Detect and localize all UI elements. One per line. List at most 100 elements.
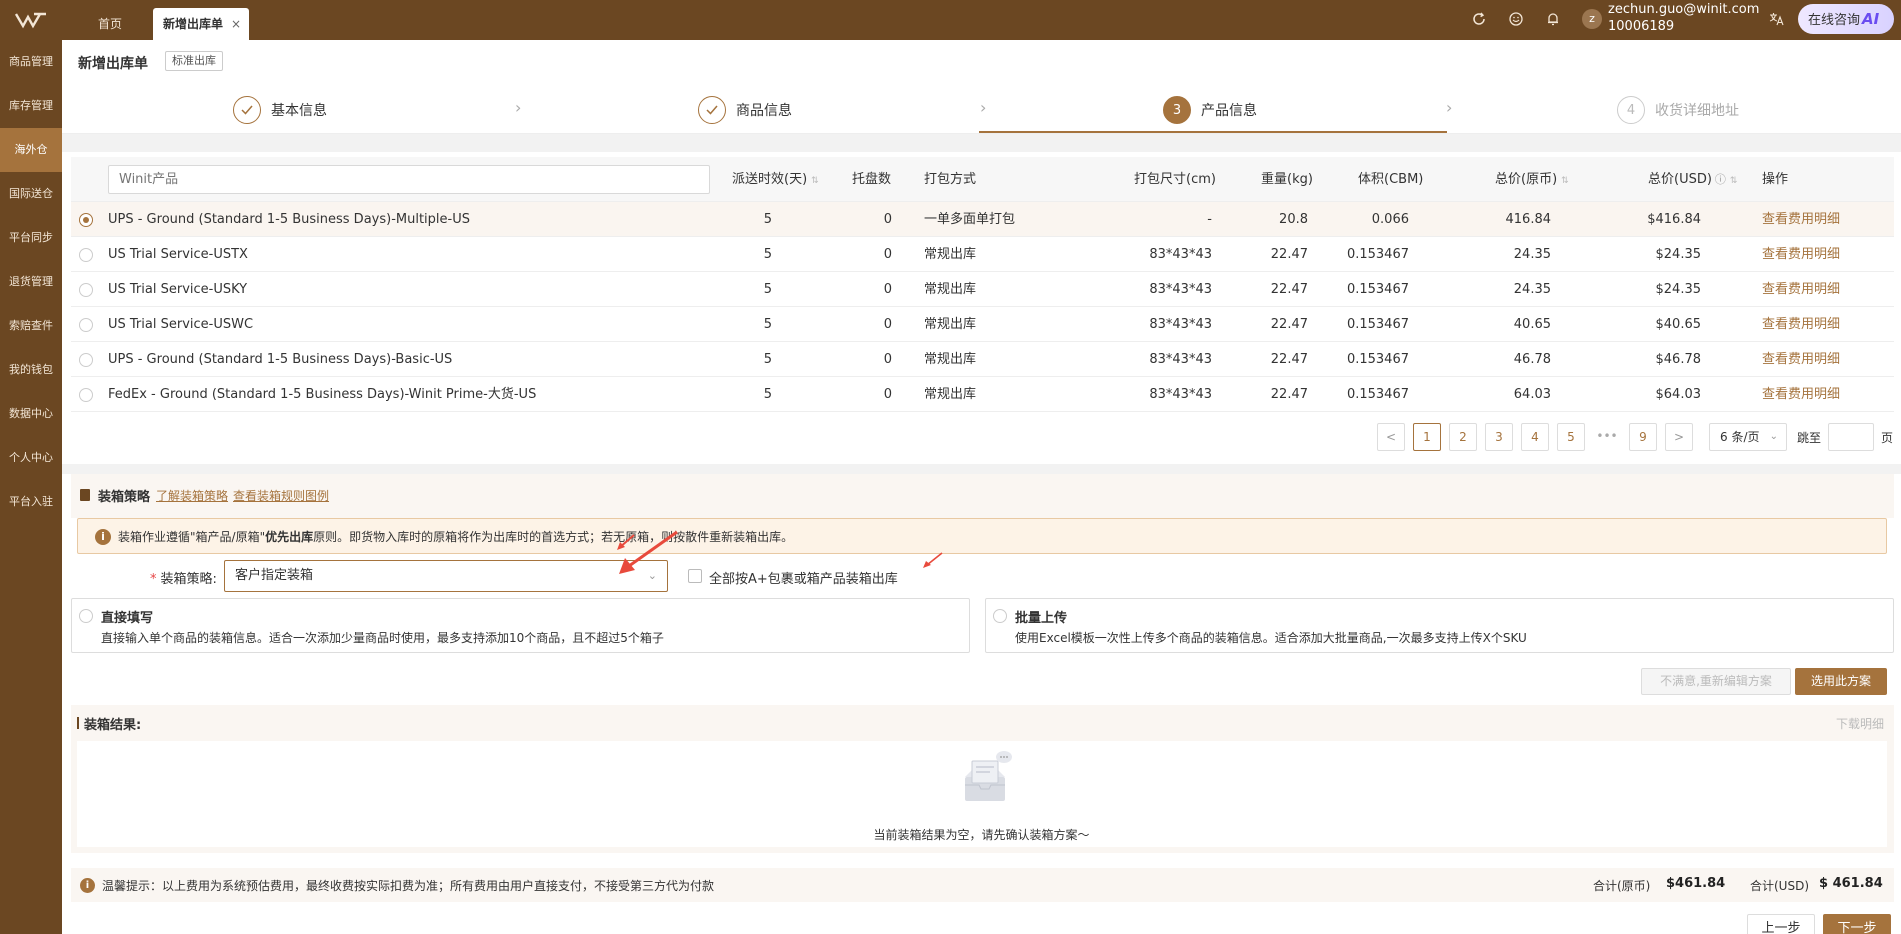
cell-days: 5 — [763, 317, 772, 332]
strategy-select[interactable]: 客户指定装箱 ⌄ — [224, 560, 668, 592]
next-step-button[interactable]: 下一步 — [1823, 914, 1891, 934]
info-icon: i — [95, 529, 111, 545]
jump-page-input[interactable] — [1828, 423, 1874, 451]
translate-icon[interactable] — [1766, 9, 1786, 29]
winit-logo[interactable] — [0, 0, 62, 40]
page-9[interactable]: 9 — [1629, 423, 1657, 451]
ai-badge: AI — [1862, 10, 1880, 28]
pack-all-label[interactable]: 全部按A+包裹或箱产品装箱出库 — [709, 568, 898, 587]
row-radio[interactable] — [79, 353, 93, 367]
page-5[interactable]: 5 — [1557, 423, 1585, 451]
col-total-orig[interactable]: 总价(原币) ⇅ — [1495, 157, 1569, 202]
download-detail-link[interactable]: 下载明细 — [1836, 715, 1884, 732]
page-1[interactable]: 1 — [1413, 423, 1441, 451]
view-fee-detail-link[interactable]: 查看费用明细 — [1762, 377, 1872, 412]
pack-all-checkbox[interactable] — [688, 569, 702, 583]
close-icon[interactable]: × — [231, 8, 241, 40]
page-ellipsis[interactable]: ••• — [1593, 423, 1621, 451]
view-fee-detail-link[interactable]: 查看费用明细 — [1762, 272, 1872, 307]
option-batch-upload[interactable]: 批量上传 使用Excel模板一次性上传多个商品的装箱信息。适合添加大批量商品,一… — [985, 598, 1894, 653]
cell-days: 5 — [763, 352, 772, 367]
cell-pallets: 0 — [883, 352, 892, 367]
avatar[interactable]: z — [1582, 9, 1602, 29]
user-id: 10006189 — [1608, 19, 1675, 34]
ai-consult-button[interactable]: 在线咨询 AI — [1798, 4, 1894, 34]
product-search-input[interactable] — [108, 165, 710, 194]
select-plan-button[interactable]: 选用此方案 — [1795, 668, 1887, 695]
page-size-select[interactable]: 6 条/页 ⌄ — [1709, 423, 1787, 451]
option-direct-input[interactable]: 直接填写 直接输入单个商品的装箱信息。适合一次添加少量商品时使用，最多支持添加1… — [71, 598, 970, 653]
sidebar-item-personal[interactable]: 个人中心 — [0, 436, 62, 480]
cell-days: 5 — [763, 212, 772, 227]
sidebar-item-inventory[interactable]: 库存管理 — [0, 84, 62, 128]
sidebar-item-returns[interactable]: 退货管理 — [0, 260, 62, 304]
cell-days: 5 — [763, 282, 772, 297]
prev-step-button[interactable]: 上一步 — [1747, 914, 1815, 934]
table-row[interactable]: UPS - Ground (Standard 1-5 Business Days… — [71, 202, 1894, 237]
sort-icon[interactable]: ⇅ — [811, 176, 819, 186]
cell-volume: 0.153467 — [1346, 387, 1409, 402]
step-product-info[interactable]: 3 产品信息 — [1163, 96, 1257, 124]
step-address[interactable]: 4 收货详细地址 — [1617, 96, 1739, 124]
sort-icon[interactable]: ⇅ — [1561, 176, 1569, 186]
step-label: 收货详细地址 — [1655, 103, 1739, 119]
smile-icon[interactable] — [1506, 9, 1526, 29]
sidebar-item-platform-join[interactable]: 平台入驻 — [0, 480, 62, 524]
sidebar-item-intl-delivery[interactable]: 国际送仓 — [0, 172, 62, 216]
row-radio[interactable] — [79, 388, 93, 402]
notice-pre: 装箱作业遵循"箱产品/原箱" — [118, 530, 266, 544]
col-total-usd[interactable]: 总价(USD) ⓘ ⇅ — [1648, 157, 1737, 202]
step-goods-info[interactable]: 商品信息 — [698, 96, 792, 124]
row-radio[interactable] — [79, 318, 93, 332]
step-basic-info[interactable]: 基本信息 — [233, 96, 327, 124]
cell-total-usd: $40.65 — [1655, 317, 1702, 332]
sidebar-item-claims[interactable]: 索赔查件 — [0, 304, 62, 348]
tab-home[interactable]: 首页 — [84, 8, 136, 40]
cell-total-usd: $64.03 — [1655, 387, 1702, 402]
option-radio[interactable] — [79, 609, 93, 623]
next-page-button[interactable]: > — [1665, 423, 1693, 451]
help-icon[interactable]: ⓘ — [1715, 173, 1726, 186]
result-title: 装箱结果: — [84, 718, 142, 733]
learn-packing-link[interactable]: 了解装箱策略 — [156, 487, 228, 504]
sidebar-item-products[interactable]: 商品管理 — [0, 40, 62, 84]
tab-new-outbound[interactable]: 新增出库单 × — [153, 8, 249, 40]
cell-product: US Trial Service-USWC — [108, 317, 254, 332]
sidebar-item-data-center[interactable]: 数据中心 — [0, 392, 62, 436]
table-row[interactable]: US Trial Service-USKY 5 0 常规出库 83*43*43 22.47… — [71, 272, 1894, 307]
active-step-underline — [979, 131, 1447, 133]
table-row[interactable]: US Trial Service-USWC 5 0 常规出库 83*43*43 22.47… — [71, 307, 1894, 342]
table-row[interactable]: FedEx - Ground (Standard 1-5 Business Da… — [71, 377, 1894, 412]
sort-icon[interactable]: ⇅ — [1730, 176, 1738, 186]
col-delivery-days[interactable]: 派送时效(天) ⇅ — [732, 157, 819, 202]
option-radio[interactable] — [993, 609, 1007, 623]
packing-notice: i 装箱作业遵循"箱产品/原箱"优先出库原则。即货物入库时的原箱将作为出库时的首… — [77, 518, 1887, 554]
sidebar-item-platform-sync[interactable]: 平台同步 — [0, 216, 62, 260]
packing-rules-link[interactable]: 查看装箱规则图例 — [233, 487, 329, 504]
step-label: 基本信息 — [271, 103, 327, 119]
bell-icon[interactable] — [1543, 9, 1563, 29]
row-radio[interactable] — [79, 283, 93, 297]
sidebar-item-wallet[interactable]: 我的钱包 — [0, 348, 62, 392]
page-title: 新增出库单 — [78, 56, 148, 72]
prev-page-button[interactable]: < — [1377, 423, 1405, 451]
page-4[interactable]: 4 — [1521, 423, 1549, 451]
table-row[interactable]: US Trial Service-USTX 5 0 常规出库 83*43*43 22.47… — [71, 237, 1894, 272]
page-3[interactable]: 3 — [1485, 423, 1513, 451]
row-radio[interactable] — [79, 248, 93, 262]
col-pack-size: 打包尺寸(cm) — [1134, 172, 1216, 187]
view-fee-detail-link[interactable]: 查看费用明细 — [1762, 202, 1872, 237]
view-fee-detail-link[interactable]: 查看费用明细 — [1762, 307, 1872, 342]
row-radio[interactable] — [79, 213, 93, 227]
cell-product: UPS - Ground (Standard 1-5 Business Days… — [108, 212, 470, 227]
view-fee-detail-link[interactable]: 查看费用明细 — [1762, 342, 1872, 377]
view-fee-detail-link[interactable]: 查看费用明细 — [1762, 237, 1872, 272]
cell-product: US Trial Service-USKY — [108, 282, 248, 297]
refresh-icon[interactable] — [1469, 9, 1489, 29]
page-2[interactable]: 2 — [1449, 423, 1477, 451]
sidebar-item-overseas-warehouse[interactable]: 海外仓 — [0, 128, 62, 172]
user-email[interactable]: zechun.guo@winit.com — [1608, 2, 1759, 17]
table-row[interactable]: UPS - Ground (Standard 1-5 Business Days… — [71, 342, 1894, 377]
col-weight: 重量(kg) — [1261, 172, 1313, 187]
reedit-plan-button[interactable]: 不满意,重新编辑方案 — [1641, 668, 1791, 695]
